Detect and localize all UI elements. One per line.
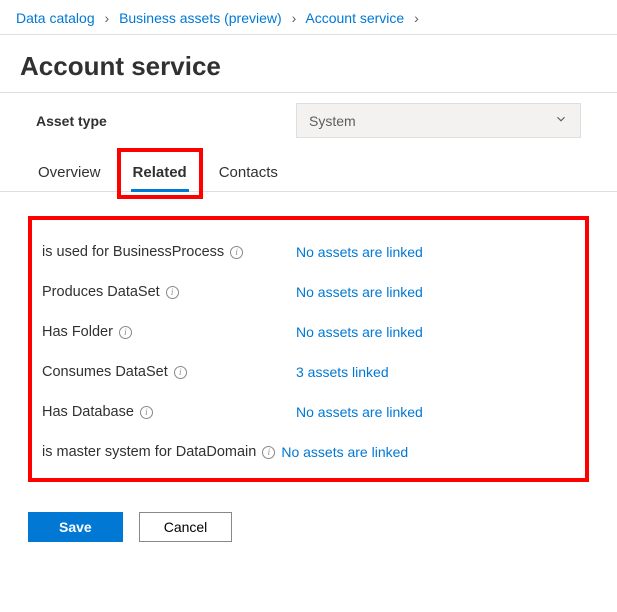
- save-button[interactable]: Save: [28, 512, 123, 542]
- breadcrumb-link-business-assets[interactable]: Business assets (preview): [119, 10, 282, 26]
- related-link[interactable]: No assets are linked: [281, 444, 408, 460]
- breadcrumb-link-account-service[interactable]: Account service: [305, 10, 404, 26]
- info-icon[interactable]: i: [174, 366, 187, 379]
- chevron-down-icon: [554, 112, 568, 129]
- related-link[interactable]: No assets are linked: [296, 244, 423, 260]
- page-title: Account service: [0, 35, 617, 92]
- asset-type-value: System: [309, 113, 356, 129]
- related-row: Has Database i No assets are linked: [42, 392, 575, 432]
- related-link[interactable]: 3 assets linked: [296, 364, 389, 380]
- info-icon[interactable]: i: [262, 446, 275, 459]
- related-row: Produces DataSet i No assets are linked: [42, 272, 575, 312]
- related-row: Consumes DataSet i 3 assets linked: [42, 352, 575, 392]
- info-icon[interactable]: i: [140, 406, 153, 419]
- chevron-right-icon: ›: [292, 10, 297, 26]
- related-label: Consumes DataSet: [42, 364, 168, 380]
- info-icon[interactable]: i: [230, 246, 243, 259]
- related-label: Has Database: [42, 404, 134, 420]
- related-row: is used for BusinessProcess i No assets …: [42, 232, 575, 272]
- asset-type-label: Asset type: [36, 113, 276, 129]
- related-panel: is used for BusinessProcess i No assets …: [28, 216, 589, 482]
- chevron-right-icon: ›: [414, 10, 419, 26]
- asset-type-select[interactable]: System: [296, 103, 581, 138]
- related-label: Has Folder: [42, 324, 113, 340]
- tab-overview[interactable]: Overview: [36, 154, 103, 191]
- tab-related[interactable]: Related: [131, 154, 189, 191]
- related-row: Has Folder i No assets are linked: [42, 312, 575, 352]
- related-label: Produces DataSet: [42, 284, 160, 300]
- related-link[interactable]: No assets are linked: [296, 404, 423, 420]
- related-row: is master system for DataDomain i No ass…: [42, 432, 575, 472]
- button-bar: Save Cancel: [0, 482, 617, 564]
- cancel-button[interactable]: Cancel: [139, 512, 233, 542]
- related-link[interactable]: No assets are linked: [296, 324, 423, 340]
- breadcrumb-link-catalog[interactable]: Data catalog: [16, 10, 95, 26]
- related-link[interactable]: No assets are linked: [296, 284, 423, 300]
- asset-type-row: Asset type System: [0, 93, 617, 154]
- tab-contacts[interactable]: Contacts: [217, 154, 280, 191]
- chevron-right-icon: ›: [105, 10, 110, 26]
- divider: [0, 191, 617, 192]
- breadcrumb: Data catalog › Business assets (preview)…: [0, 0, 617, 34]
- tabs: Overview Related Contacts: [0, 154, 617, 191]
- related-label: is master system for DataDomain: [42, 444, 256, 460]
- related-label: is used for BusinessProcess: [42, 244, 224, 260]
- info-icon[interactable]: i: [166, 286, 179, 299]
- info-icon[interactable]: i: [119, 326, 132, 339]
